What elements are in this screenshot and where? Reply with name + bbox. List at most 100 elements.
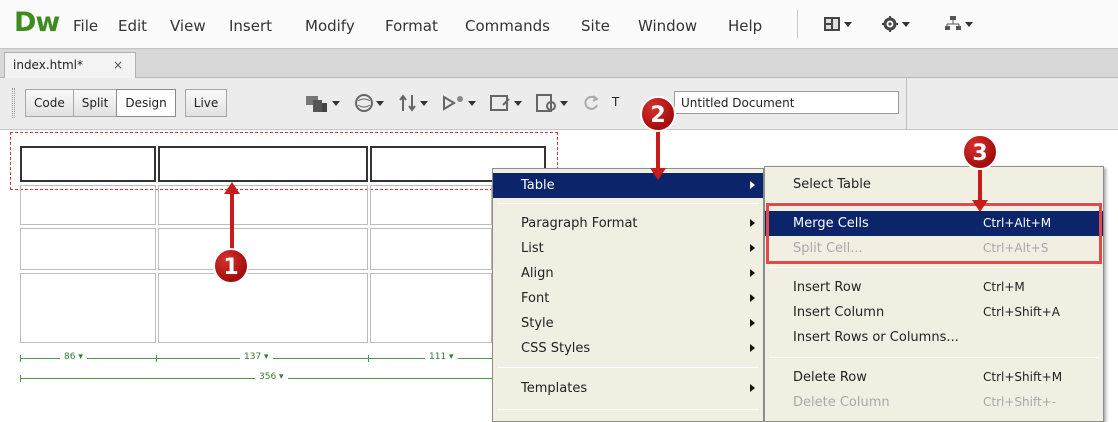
menu-site[interactable]: Site bbox=[581, 17, 610, 35]
context-item-label: Paragraph Format bbox=[521, 216, 638, 231]
menu-help[interactable]: Help bbox=[728, 17, 762, 35]
design-view-button[interactable]: Design bbox=[116, 89, 176, 117]
submenu-item-label: Delete Row bbox=[793, 370, 867, 385]
submenu-item-delete-row[interactable]: Delete Row Ctrl+Shift+M bbox=[765, 365, 1103, 390]
context-item-align[interactable]: Align bbox=[493, 261, 763, 286]
check-page-icon[interactable] bbox=[536, 93, 568, 113]
submenu-item-label: Insert Rows or Columns... bbox=[793, 330, 959, 345]
menu-commands[interactable]: Commands bbox=[465, 17, 550, 35]
document-toolbar: Code Split Design Live T Untitled Docume… bbox=[0, 78, 1118, 130]
context-item-paragraph-format[interactable]: Paragraph Format bbox=[493, 211, 763, 236]
split-view-button[interactable]: Split bbox=[72, 89, 118, 117]
context-item-label: Align bbox=[521, 266, 554, 281]
table-cell[interactable] bbox=[20, 228, 156, 270]
table-cell[interactable] bbox=[158, 273, 368, 343]
context-item-label: CSS Styles bbox=[521, 341, 591, 356]
column-width-label[interactable]: 137 ▾ bbox=[240, 352, 273, 362]
width-tick bbox=[156, 355, 157, 362]
title-field[interactable]: Untitled Document bbox=[674, 91, 899, 114]
submenu-item-label: Insert Row bbox=[793, 280, 862, 295]
shortcut-label: Ctrl+Shift+A bbox=[983, 305, 1060, 319]
context-item-list[interactable]: List bbox=[493, 236, 763, 261]
context-menu: Table Paragraph Format List Align Font S… bbox=[492, 168, 764, 422]
submenu-arrow-icon bbox=[750, 384, 755, 392]
menu-insert[interactable]: Insert bbox=[229, 17, 272, 35]
visual-aids-icon[interactable] bbox=[490, 93, 522, 113]
refresh-icon[interactable] bbox=[582, 94, 600, 112]
submenu-arrow-icon bbox=[750, 269, 755, 277]
context-item-table[interactable]: Table bbox=[493, 173, 763, 198]
table-cell[interactable] bbox=[370, 185, 492, 225]
submenu-item-insert-column[interactable]: Insert Column Ctrl+Shift+A bbox=[765, 300, 1103, 325]
submenu-item-delete-column[interactable]: Delete Column Ctrl+Shift+- bbox=[765, 390, 1103, 415]
toolbar-separator bbox=[906, 78, 907, 130]
width-tick bbox=[20, 355, 21, 362]
menu-separator bbox=[769, 357, 1099, 358]
live-view-button[interactable]: Live bbox=[184, 89, 228, 117]
table-cell[interactable] bbox=[158, 228, 368, 270]
multiscreen-icon[interactable] bbox=[306, 93, 340, 113]
table-width-label[interactable]: 356 ▾ bbox=[255, 372, 288, 382]
menu-modify[interactable]: Modify bbox=[305, 17, 355, 35]
submenu-arrow-icon bbox=[750, 244, 755, 252]
gear-icon[interactable] bbox=[882, 14, 910, 34]
menu-window[interactable]: Window bbox=[638, 17, 697, 35]
width-tick bbox=[368, 355, 369, 362]
callout-1: 1 bbox=[213, 248, 249, 284]
title-label: T bbox=[612, 95, 620, 109]
callout-3: 3 bbox=[962, 134, 998, 170]
context-item-templates[interactable]: Templates bbox=[493, 376, 763, 401]
column-width-label[interactable]: 86 ▾ bbox=[60, 352, 87, 362]
menu-format[interactable]: Format bbox=[385, 17, 438, 35]
menu-separator bbox=[769, 267, 1099, 268]
menu-view[interactable]: View bbox=[170, 17, 206, 35]
table-cell[interactable] bbox=[158, 146, 368, 182]
menu-separator bbox=[497, 203, 759, 204]
toolbar-icons bbox=[306, 92, 600, 114]
context-item-css-styles[interactable]: CSS Styles bbox=[493, 336, 763, 361]
table-cell[interactable] bbox=[20, 185, 156, 225]
context-item-font[interactable]: Font bbox=[493, 286, 763, 311]
table-cell[interactable] bbox=[370, 273, 492, 343]
submenu-item-label: Insert Column bbox=[793, 305, 885, 320]
context-item-label: Table bbox=[521, 178, 555, 193]
table-cell[interactable] bbox=[20, 146, 156, 182]
live-view-icon[interactable] bbox=[442, 93, 476, 113]
context-item-style[interactable]: Style bbox=[493, 311, 763, 336]
menu-edit[interactable]: Edit bbox=[118, 17, 147, 35]
file-management-icon[interactable] bbox=[398, 93, 428, 113]
close-icon[interactable]: × bbox=[113, 58, 123, 72]
callout-2: 2 bbox=[640, 96, 676, 132]
context-item-label: List bbox=[521, 241, 544, 256]
table-cell[interactable] bbox=[20, 273, 156, 343]
submenu-arrow-icon bbox=[750, 294, 755, 302]
document-tab-label: index.html* bbox=[13, 58, 83, 72]
shortcut-label: Ctrl+Shift+- bbox=[983, 395, 1057, 409]
submenu-arrow-icon bbox=[750, 344, 755, 352]
submenu-arrow-icon bbox=[750, 181, 755, 189]
toolbar-grip[interactable] bbox=[12, 88, 15, 118]
context-item-label: Templates bbox=[521, 381, 588, 396]
submenu-arrow-icon bbox=[750, 319, 755, 327]
callout-arrowhead bbox=[972, 200, 988, 212]
menu-separator bbox=[797, 10, 798, 38]
table-cell[interactable] bbox=[158, 185, 368, 225]
menu-file[interactable]: File bbox=[73, 17, 98, 35]
highlight-box bbox=[766, 203, 1102, 264]
site-icon[interactable] bbox=[945, 14, 973, 34]
submenu-item-select-table[interactable]: Select Table bbox=[765, 172, 1103, 197]
layout-icon[interactable] bbox=[824, 14, 852, 34]
callout-arrowhead bbox=[224, 182, 240, 194]
dreamweaver-logo: Dw bbox=[14, 7, 60, 38]
document-tab[interactable]: index.html* × bbox=[4, 52, 136, 79]
submenu-item-insert-rows-or-columns[interactable]: Insert Rows or Columns... bbox=[765, 325, 1103, 350]
browser-preview-icon[interactable] bbox=[354, 93, 384, 113]
submenu-item-insert-row[interactable]: Insert Row Ctrl+M bbox=[765, 275, 1103, 300]
shortcut-label: Ctrl+M bbox=[983, 280, 1025, 294]
code-view-button[interactable]: Code bbox=[25, 89, 74, 117]
submenu-item-label: Select Table bbox=[793, 177, 871, 192]
table-cell[interactable] bbox=[370, 228, 492, 270]
submenu-item-label: Delete Column bbox=[793, 395, 890, 410]
column-width-label[interactable]: 111 ▾ bbox=[425, 352, 458, 362]
document-tab-strip: index.html* × bbox=[0, 48, 1118, 79]
